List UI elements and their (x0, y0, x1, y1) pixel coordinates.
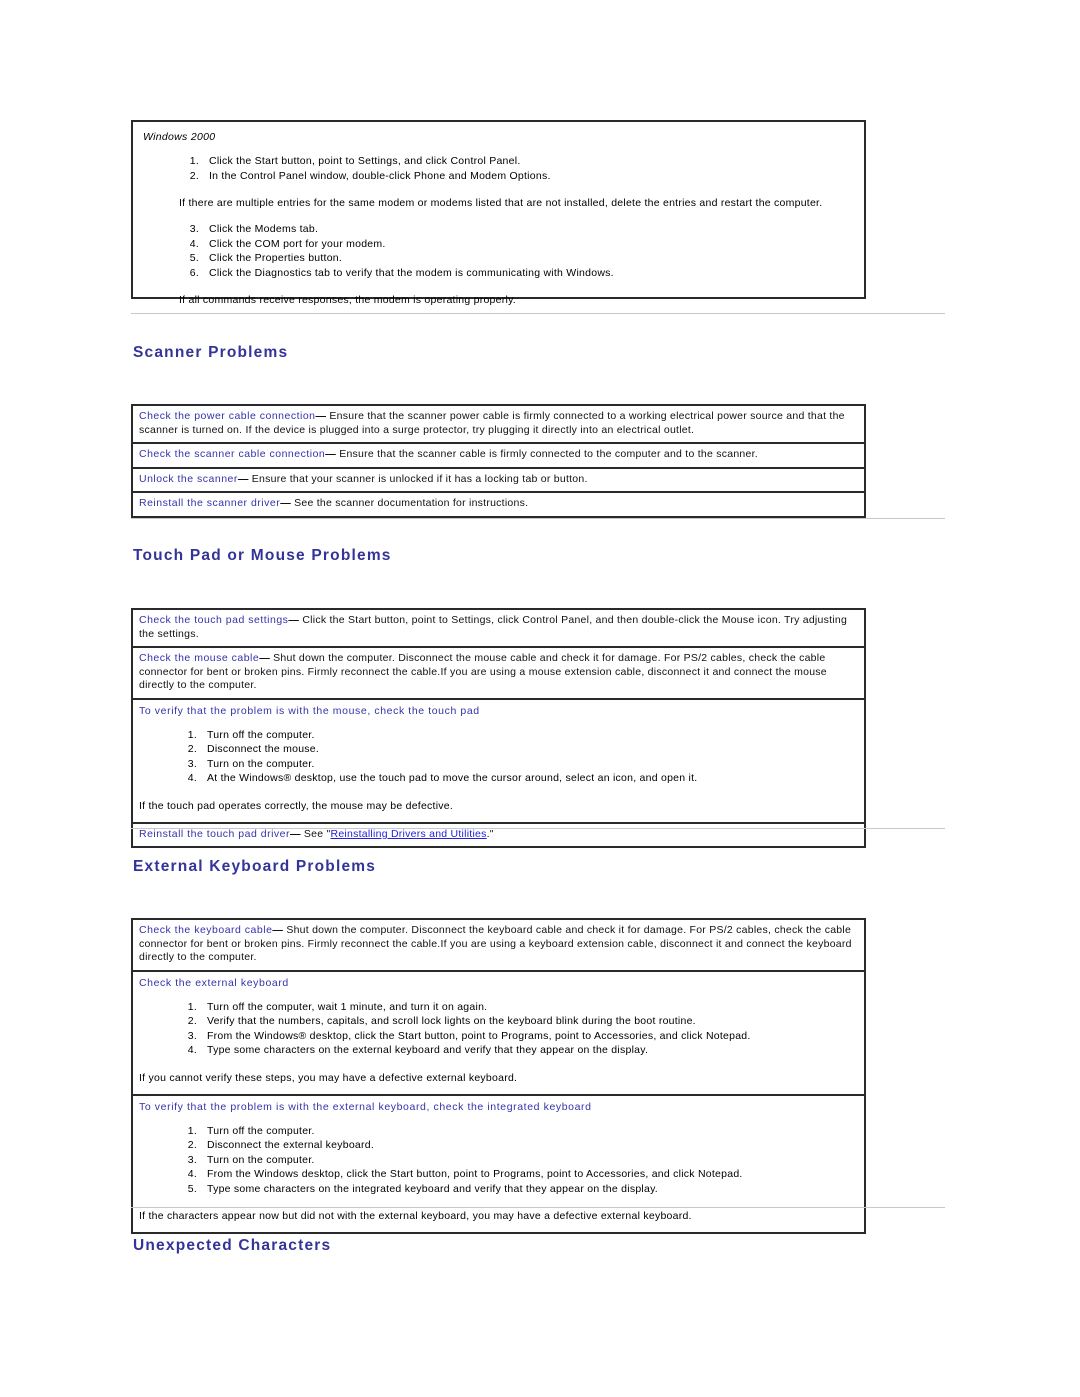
windows-steps-list-a: Click the Start button, point to Setting… (141, 154, 856, 183)
table-row: To verify that the problem is with the m… (133, 700, 864, 824)
row-dash: — (288, 614, 300, 626)
list-item: Click the COM port for your modem. (179, 237, 386, 251)
row-note: If the touch pad operates correctly, the… (139, 799, 454, 812)
section-divider (131, 828, 945, 829)
row-lead-in: Check the mouse cable (139, 652, 260, 664)
row-note: If you cannot verify these steps, you ma… (139, 1071, 518, 1084)
row-lead-in: Check the touch pad settings (139, 614, 289, 626)
list-item: Turn on the computer. (177, 757, 315, 771)
list-item: From the Windows® desktop, click the Sta… (177, 1029, 751, 1043)
row-lead-in: Check the power cable connection (139, 410, 316, 422)
integrated-keyboard-verify-steps: Turn off the computer. Disconnect the ex… (139, 1124, 859, 1197)
row-note: If the characters appear now but did not… (139, 1210, 692, 1222)
external-keyboard-problems-table: Check the keyboard cable— Shut down the … (131, 918, 866, 1234)
list-item: Turn on the computer. (177, 1153, 315, 1167)
table-row: To verify that the problem is with the e… (133, 1096, 864, 1233)
row-dash: — (315, 410, 327, 422)
list-item: Disconnect the external keyboard. (177, 1138, 375, 1152)
scanner-problems-table: Check the power cable connection— Ensure… (131, 404, 866, 518)
section-divider (131, 518, 945, 519)
touchpad-problems-table: Check the touch pad settings— Click the … (131, 608, 866, 848)
row-dash: — (325, 448, 337, 460)
section-divider (131, 1207, 945, 1208)
page-title-scanner-problems: Scanner Problems (133, 344, 289, 361)
list-item: Type some characters on the integrated k… (177, 1182, 658, 1196)
table-row: Check the power cable connection— Ensure… (133, 406, 864, 444)
touchpad-verify-steps: Turn off the computer. Disconnect the mo… (139, 728, 859, 786)
windows-2000-instructions-panel: Windows 2000 Click the Start button, poi… (131, 120, 866, 306)
list-item: Turn off the computer, wait 1 minute, an… (177, 1000, 488, 1014)
row-text: Ensure that your scanner is unlocked if … (248, 472, 588, 485)
os-label: Windows 2000 (143, 131, 216, 143)
list-item: Click the Diagnostics tab to verify that… (179, 266, 614, 280)
row-lead-in: Check the scanner cable connection (139, 448, 326, 460)
page-title-unexpected-characters: Unexpected Characters (133, 1237, 332, 1254)
list-item: In the Control Panel window, double-clic… (179, 169, 551, 183)
section-divider (131, 313, 945, 314)
external-keyboard-check-steps: Turn off the computer, wait 1 minute, an… (139, 1000, 859, 1058)
row-dash: — (272, 924, 284, 936)
row-text: Ensure that the scanner cable is firmly … (336, 448, 758, 460)
windows-steps-list-b: Click the Modems tab. Click the COM port… (141, 222, 856, 280)
list-item: Turn off the computer. (177, 728, 315, 742)
table-row: Check the scanner cable connection— Ensu… (133, 444, 864, 469)
list-item: Click the Properties button. (179, 251, 343, 265)
table-row: Unlock the scanner— Ensure that your sca… (133, 469, 864, 493)
windows-note-b: If all commands receive responses, the m… (179, 294, 516, 306)
row-sub-heading: Check the external keyboard (139, 976, 289, 989)
row-text: See " (300, 827, 331, 840)
list-item: Click the Start button, point to Setting… (179, 154, 521, 168)
table-row: Check the keyboard cable— Shut down the … (133, 920, 864, 972)
table-row: Check the external keyboard Turn off the… (133, 972, 864, 1096)
list-item: Turn off the computer. (177, 1124, 315, 1138)
page-title-touch-pad-or-mouse-problems: Touch Pad or Mouse Problems (133, 547, 392, 564)
list-item: Click the Modems tab. (179, 222, 319, 236)
table-row: Check the mouse cable— Shut down the com… (133, 648, 864, 700)
row-dash: — (237, 472, 249, 485)
row-sub-heading: To verify that the problem is with the m… (139, 704, 480, 717)
row-text: See the scanner documentation for instru… (290, 497, 529, 509)
row-sub-heading: To verify that the problem is with the e… (139, 1100, 592, 1113)
windows-note-a: If there are multiple entries for the sa… (179, 197, 823, 209)
table-row: Check the touch pad settings— Click the … (133, 610, 864, 648)
link-reinstalling-drivers-and-utilities[interactable]: Reinstalling Drivers and Utilities (331, 828, 487, 840)
row-dash: — (259, 652, 270, 664)
table-row: Reinstall the touch pad driver— See "Rei… (133, 824, 864, 847)
list-item: At the Windows® desktop, use the touch p… (177, 771, 698, 785)
row-dash: — (280, 497, 291, 509)
row-lead-in: Reinstall the scanner driver (139, 497, 281, 509)
list-item: From the Windows desktop, click the Star… (177, 1167, 743, 1181)
list-item: Verify that the numbers, capitals, and s… (177, 1014, 696, 1028)
document-page: Windows 2000 Click the Start button, poi… (0, 0, 1080, 1397)
list-item: Disconnect the mouse. (177, 742, 320, 756)
row-lead-in: Check the keyboard cable (139, 924, 273, 936)
row-text-tail: ." (486, 827, 494, 840)
row-lead-in: Reinstall the touch pad driver (139, 827, 290, 840)
list-item: Type some characters on the external key… (177, 1043, 649, 1057)
page-title-external-keyboard-problems: External Keyboard Problems (133, 858, 377, 875)
row-dash: — (290, 827, 301, 840)
table-row: Reinstall the scanner driver— See the sc… (133, 493, 864, 516)
row-lead-in: Unlock the scanner (139, 472, 238, 485)
